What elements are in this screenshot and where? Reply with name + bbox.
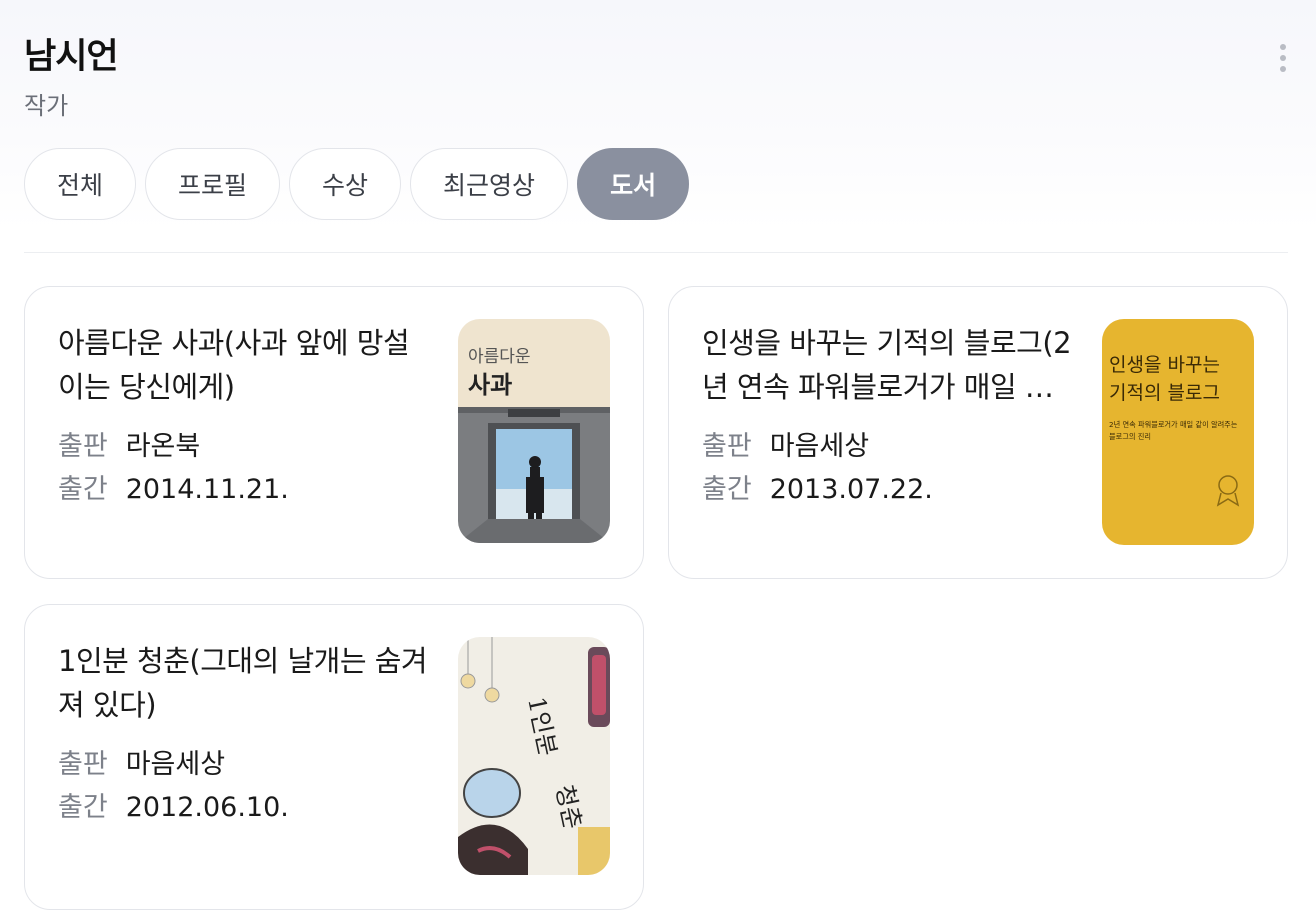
tab-books[interactable]: 도서	[577, 148, 690, 220]
date-label: 출간	[58, 792, 108, 823]
publisher-value: 마음세상	[769, 431, 870, 462]
book-card[interactable]: 인생을 바꾸는 기적의 블로그(2년 연속 파워블로거가 매일 같이 알려주는 …	[668, 286, 1288, 579]
book-publisher-row: 출판 마음세상	[58, 745, 225, 785]
divider	[24, 252, 1288, 253]
date-label: 출간	[58, 474, 108, 505]
book-title: 인생을 바꾸는 기적의 블로그(2년 연속 파워블로거가 매일 같이 알려주는 …	[702, 326, 1072, 404]
tab-recent-videos[interactable]: 최근영상	[410, 148, 569, 220]
page-title: 남시언	[24, 37, 119, 77]
book-title: 아름다운 사과(사과 앞에 망설이는 당신에게)	[58, 326, 410, 404]
publisher-label: 출판	[58, 749, 108, 780]
date-value: 2014.11.21.	[125, 474, 289, 505]
date-value: 2013.07.22.	[769, 474, 933, 505]
book-cover-image[interactable]: 인생을 바꾸는 기적의 블로그 2년 연속 파워블로거가 매일 같이 알려주는 …	[1102, 319, 1254, 545]
publisher-value: 라온북	[125, 431, 201, 462]
book-card[interactable]: 1인분 청춘(그대의 날개는 숨겨져 있다) 출판 마음세상 출간 2012.0…	[24, 604, 644, 910]
book-cover-image[interactable]: 1인분 청춘	[458, 637, 610, 875]
book-date-row: 출간 2014.11.21.	[58, 470, 289, 510]
tab-bar: 전체 프로필 수상 최근영상 도서	[24, 148, 690, 220]
book-date-row: 출간 2012.06.10.	[58, 788, 289, 828]
book-card[interactable]: 아름다운 사과(사과 앞에 망설이는 당신에게) 출판 라온북 출간 2014.…	[24, 286, 644, 579]
book-date-row: 출간 2013.07.22.	[702, 470, 933, 510]
date-value: 2012.06.10.	[125, 792, 289, 823]
publisher-value: 마음세상	[125, 749, 226, 780]
book-publisher-row: 출판 라온북	[58, 427, 200, 467]
tab-all[interactable]: 전체	[24, 148, 137, 220]
book-title: 1인분 청춘(그대의 날개는 숨겨져 있다)	[58, 644, 428, 722]
date-label: 출간	[702, 474, 752, 505]
more-vertical-icon	[1280, 44, 1286, 50]
publisher-label: 출판	[702, 431, 752, 462]
more-options-button[interactable]	[1268, 38, 1298, 78]
tab-profile[interactable]: 프로필	[145, 148, 281, 220]
publisher-label: 출판	[58, 431, 108, 462]
tab-awards[interactable]: 수상	[289, 148, 402, 220]
book-cover-image[interactable]: 아름다운 사과	[458, 319, 610, 543]
page-subtitle: 작가	[24, 92, 69, 120]
book-publisher-row: 출판 마음세상	[702, 427, 869, 467]
